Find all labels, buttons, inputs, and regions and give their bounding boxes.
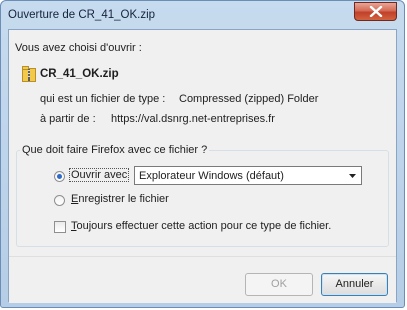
action-group-legend: Que doit faire Firefox avec ce fichier ? [20,144,210,156]
button-bar: OK Annuler [9,256,396,303]
dialog-content: Vous avez choisi d'ouvrir : CR_41_OK.zip… [8,29,397,303]
cancel-button[interactable]: Annuler [321,273,388,296]
action-groupbox: Que doit faire Firefox avec ce fichier ?… [16,144,389,247]
close-button[interactable] [354,2,397,21]
download-dialog-window: Ouverture de CR_41_OK.zip Vous avez choi… [0,0,405,308]
source-label: à partir de : [40,113,96,125]
open-with-label-text: Ouvrir avec [69,168,130,182]
chevron-down-icon [349,174,356,178]
always-do-checkbox[interactable] [54,221,66,233]
zip-folder-icon [22,66,36,82]
source-url: https://val.dsnrg.net-entreprises.fr [111,113,275,125]
file-name: CR_41_OK.zip [40,68,119,80]
save-file-radio[interactable] [54,195,65,206]
open-with-label[interactable]: Ouvrir avec [69,168,130,182]
open-with-app-select[interactable]: Explorateur Windows (défaut) [134,166,362,185]
window-title: Ouverture de CR_41_OK.zip [8,9,156,21]
title-bar[interactable]: Ouverture de CR_41_OK.zip [1,1,404,29]
file-type-value: Compressed (zipped) Folder [179,93,319,105]
ok-button[interactable]: OK [245,273,313,296]
save-file-label[interactable]: Enregistrer le fichier [71,193,169,205]
file-type-label: qui est un fichier de type : [40,93,166,105]
intro-text: Vous avez choisi d'ouvrir : [15,42,142,54]
close-icon [369,6,383,17]
always-do-label[interactable]: Toujours effectuer cette action pour ce … [71,220,331,232]
open-with-app-value: Explorateur Windows (défaut) [139,170,284,182]
open-with-radio[interactable] [54,171,65,182]
